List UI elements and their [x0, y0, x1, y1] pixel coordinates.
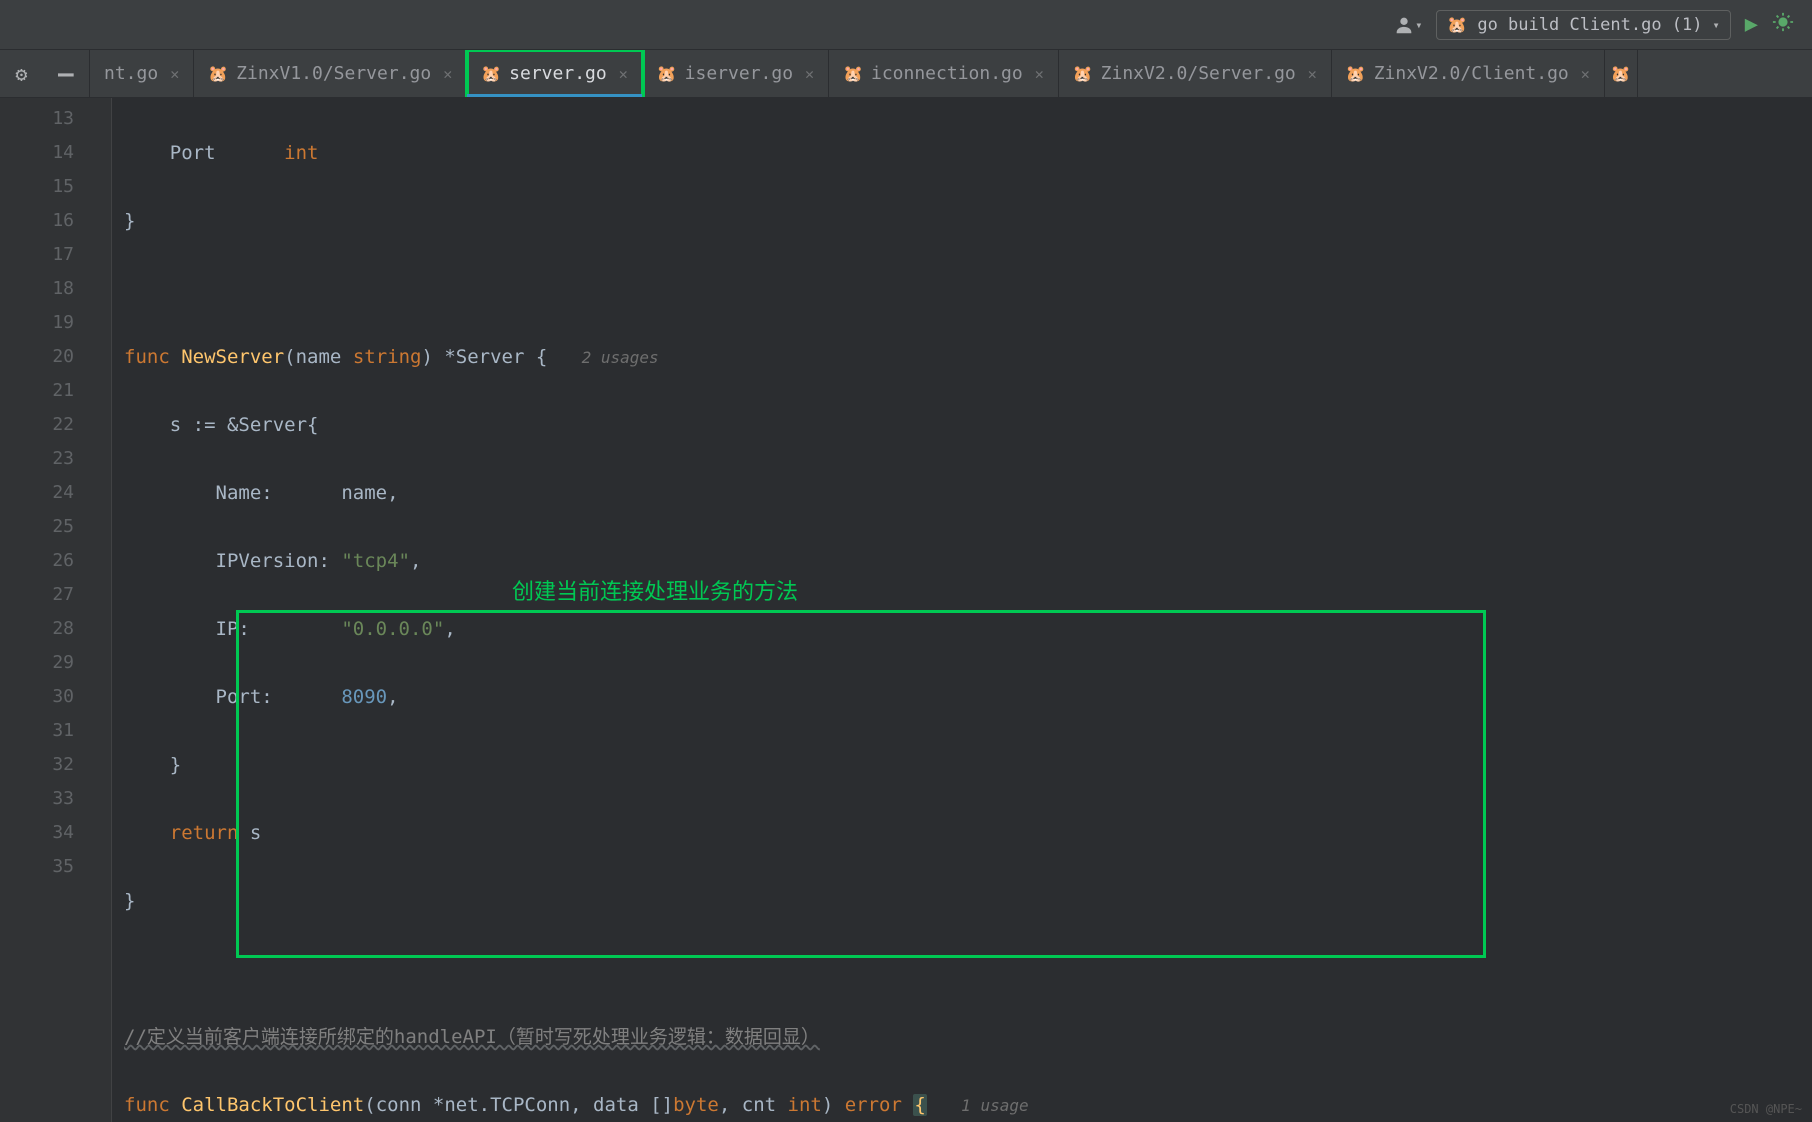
line-number: 34 — [14, 816, 74, 850]
line-number-gutter[interactable]: 1314151617181920212223242526272829303132… — [14, 98, 92, 1122]
run-button[interactable]: ▶ — [1745, 12, 1758, 37]
line-number: 20 — [14, 340, 74, 374]
gopher-icon: 🐹 — [657, 64, 677, 83]
annotation-label: 创建当前连接处理业务的方法 — [512, 576, 798, 610]
top-toolbar: ▾ 🐹 go build Client.go (1) ▾ ▶ — [0, 0, 1812, 50]
gopher-icon: 🐹 — [208, 64, 228, 83]
tab-label: ZinxV1.0/Server.go — [236, 63, 431, 84]
gear-icon[interactable]: ⚙ — [15, 62, 27, 86]
chevron-down-icon: ▾ — [1713, 18, 1720, 32]
hide-icon[interactable]: — — [58, 59, 74, 89]
tab-iconnection-go[interactable]: 🐹 iconnection.go ✕ — [829, 50, 1059, 97]
line-number: 27 — [14, 578, 74, 612]
line-number: 26 — [14, 544, 74, 578]
line-number: 19 — [14, 306, 74, 340]
close-icon[interactable]: ✕ — [170, 65, 179, 83]
tab-label: ZinxV2.0/Client.go — [1374, 63, 1569, 84]
line-number: 18 — [14, 272, 74, 306]
code-line-17: s := &Server{ — [112, 408, 1812, 442]
gopher-icon: 🐹 — [1447, 15, 1467, 34]
line-number: 29 — [14, 646, 74, 680]
tab-label: server.go — [509, 63, 607, 84]
code-line-14: } — [112, 204, 1812, 238]
gopher-icon: 🐹 — [1611, 64, 1631, 83]
code-line-23: return s — [112, 816, 1812, 850]
tab-label: iserver.go — [685, 63, 793, 84]
run-config-selector[interactable]: 🐹 go build Client.go (1) ▾ — [1436, 10, 1730, 40]
close-icon[interactable]: ✕ — [443, 65, 452, 83]
tab-label: nt.go — [104, 63, 158, 84]
code-line-27: func CallBackToClient(conn *net.TCPConn,… — [112, 1088, 1812, 1122]
code-area[interactable]: Port int } func NewServer(name string) *… — [112, 98, 1812, 1122]
tab-zinx1-server[interactable]: 🐹 ZinxV1.0/Server.go ✕ — [194, 50, 467, 97]
tab-iserver-go[interactable]: 🐹 iserver.go ✕ — [643, 50, 829, 97]
line-number: 16 — [14, 204, 74, 238]
code-line-16: func NewServer(name string) *Server { 2 … — [112, 340, 1812, 374]
line-number: 22 — [14, 408, 74, 442]
code-line-22: } — [112, 748, 1812, 782]
run-config-label: go build Client.go (1) — [1477, 15, 1702, 35]
line-number: 13 — [14, 102, 74, 136]
close-icon[interactable]: ✕ — [805, 65, 814, 83]
chevron-down-icon: ▾ — [1415, 18, 1422, 32]
tab-nt-go[interactable]: nt.go ✕ — [90, 50, 194, 97]
code-line-19: IPVersion: "tcp4", — [112, 544, 1812, 578]
line-number: 15 — [14, 170, 74, 204]
close-icon[interactable]: ✕ — [1581, 65, 1590, 83]
code-line-26: //定义当前客户端连接所绑定的handleAPI（暂时写死处理业务逻辑：数据回显… — [112, 1020, 1812, 1054]
code-line-20: IP: "0.0.0.0", — [112, 612, 1812, 646]
line-number: 17 — [14, 238, 74, 272]
line-number: 21 — [14, 374, 74, 408]
line-number: 32 — [14, 748, 74, 782]
code-line-25 — [112, 952, 1812, 986]
editor-tab-bar: ⚙ — nt.go ✕ 🐹 ZinxV1.0/Server.go ✕ 🐹 ser… — [0, 50, 1812, 98]
usage-hint: 1 usage — [961, 1096, 1028, 1115]
code-line-21: Port: 8090, — [112, 680, 1812, 714]
tab-label: ZinxV2.0/Server.go — [1101, 63, 1296, 84]
line-number: 31 — [14, 714, 74, 748]
line-number: 23 — [14, 442, 74, 476]
editor: 1314151617181920212223242526272829303132… — [0, 98, 1812, 1122]
gopher-icon: 🐹 — [481, 64, 501, 83]
user-icon[interactable]: ▾ — [1393, 14, 1422, 36]
code-line-15 — [112, 272, 1812, 306]
tab-bar-controls: ⚙ — — [0, 50, 90, 97]
close-icon[interactable]: ✕ — [619, 65, 628, 83]
tabs-container: nt.go ✕ 🐹 ZinxV1.0/Server.go ✕ 🐹 server.… — [90, 50, 1812, 97]
tab-server-go[interactable]: 🐹 server.go ✕ — [467, 50, 643, 97]
tab-overflow[interactable]: 🐹 — [1605, 50, 1638, 97]
line-number: 14 — [14, 136, 74, 170]
close-icon[interactable]: ✕ — [1308, 65, 1317, 83]
breakpoint-gutter[interactable] — [0, 98, 14, 1122]
line-number: 24 — [14, 476, 74, 510]
code-line-24: } — [112, 884, 1812, 918]
gopher-icon: 🐹 — [1073, 64, 1093, 83]
line-number: 35 — [14, 850, 74, 884]
gopher-icon: 🐹 — [1346, 64, 1366, 83]
debug-button[interactable] — [1772, 11, 1794, 39]
tab-zinx2-server[interactable]: 🐹 ZinxV2.0/Server.go ✕ — [1059, 50, 1332, 97]
close-icon[interactable]: ✕ — [1035, 65, 1044, 83]
line-number: 25 — [14, 510, 74, 544]
tab-label: iconnection.go — [871, 63, 1023, 84]
gopher-icon: 🐹 — [843, 64, 863, 83]
usage-hint: 2 usages — [582, 348, 659, 367]
line-number: 28 — [14, 612, 74, 646]
tab-zinx2-client[interactable]: 🐹 ZinxV2.0/Client.go ✕ — [1332, 50, 1605, 97]
watermark: CSDN @NPE~ — [1730, 1102, 1802, 1116]
line-number: 30 — [14, 680, 74, 714]
fold-gutter[interactable] — [92, 98, 112, 1122]
code-line-13: Port int — [112, 136, 1812, 170]
code-line-18: Name: name, — [112, 476, 1812, 510]
line-number: 33 — [14, 782, 74, 816]
